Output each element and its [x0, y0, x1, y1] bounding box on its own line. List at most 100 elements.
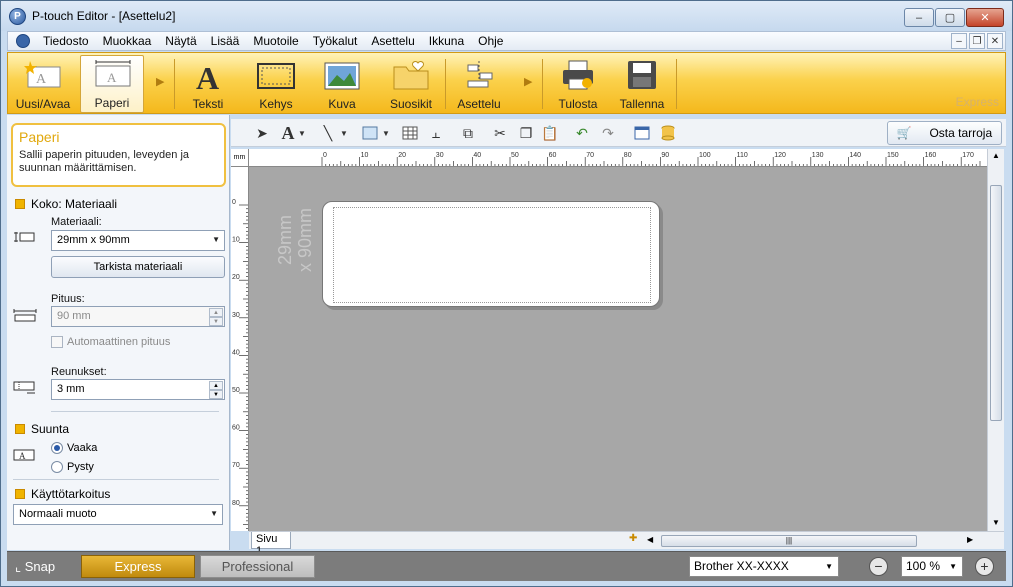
zoom-select[interactable]: 100 % ▼	[901, 556, 963, 577]
increment-icon[interactable]: ▲	[209, 381, 223, 390]
menu-asettelu[interactable]: Asettelu	[364, 34, 421, 48]
paper-button[interactable]: A Paperi	[80, 55, 144, 113]
menu-ohje[interactable]: Ohje	[471, 34, 510, 48]
ruler-unit: mm	[231, 149, 249, 167]
page-tab[interactable]: Sivu 1	[251, 532, 291, 557]
text-tool-icon[interactable]: A	[277, 122, 299, 144]
paste-icon[interactable]: 📋	[539, 122, 561, 144]
save-button[interactable]: Tallenna	[614, 55, 670, 113]
express-mode-button[interactable]: Express	[81, 555, 195, 578]
frame-icon	[257, 59, 295, 91]
image-button[interactable]: Kuva	[314, 55, 370, 113]
section-bullet-icon	[15, 199, 25, 209]
length-stepper[interactable]: 90 mm ▲ ▼	[51, 306, 225, 327]
margins-value: 3 mm	[57, 383, 85, 395]
doc-minimize-button[interactable]: –	[951, 33, 967, 49]
chevron-down-icon[interactable]: ▼	[339, 122, 349, 144]
undo-icon[interactable]: ↶	[571, 122, 593, 144]
landscape-label: Vaaka	[67, 442, 98, 454]
zoom-in-icon[interactable]: +	[975, 557, 994, 576]
text-button[interactable]: A Teksti	[180, 55, 236, 113]
usage-select[interactable]: Normaali muoto ▼	[13, 504, 223, 525]
menu-muotoile[interactable]: Muotoile	[246, 34, 305, 48]
scroll-right-icon[interactable]: ▶	[967, 535, 973, 544]
menu-muokkaa[interactable]: Muokkaa	[96, 34, 159, 48]
print-button[interactable]: Tulosta	[550, 55, 606, 113]
material-value: 29mm x 90mm	[57, 234, 130, 246]
app-icon[interactable]: P	[9, 7, 26, 25]
snap-toggle[interactable]: ⌞ Snap	[15, 559, 55, 575]
arrange-tool-icon[interactable]: ⧉	[457, 122, 479, 144]
align-tool-icon[interactable]: ⫠	[425, 122, 447, 144]
frame-button[interactable]: Kehys	[248, 55, 304, 113]
doc-restore-button[interactable]: ❐	[969, 33, 985, 49]
chevron-down-icon[interactable]: ▼	[381, 122, 391, 144]
table-tool-icon[interactable]	[399, 122, 421, 144]
zoom-out-icon[interactable]: −	[869, 557, 888, 576]
buy-labels-button[interactable]: 🛒 Osta tarroja	[887, 121, 1002, 145]
properties-window-icon[interactable]	[631, 122, 653, 144]
svg-text:A: A	[19, 451, 26, 461]
menu-nayta[interactable]: Näytä	[158, 34, 203, 48]
database-icon[interactable]	[657, 122, 679, 144]
shape-tool-icon[interactable]	[359, 122, 381, 144]
label-paper[interactable]	[322, 201, 660, 307]
menu-lisaa[interactable]: Lisää	[204, 34, 247, 48]
new-open-button[interactable]: A Uusi/Avaa	[10, 55, 76, 113]
menu-tyokalut[interactable]: Työkalut	[306, 34, 365, 48]
professional-mode-button[interactable]: Professional	[200, 555, 315, 578]
new-document-icon: A	[24, 59, 62, 91]
layout-button[interactable]: Asettelu	[451, 55, 507, 113]
length-label: Pituus:	[51, 293, 85, 305]
decrement-icon[interactable]: ▼	[209, 317, 223, 326]
cut-icon[interactable]: ✂	[489, 122, 511, 144]
panel-info-box: Paperi Sallii paperin pituuden, leveyden…	[11, 123, 226, 187]
document-menu-icon[interactable]	[16, 34, 30, 48]
increment-icon[interactable]: ▲	[209, 308, 223, 317]
redo-icon[interactable]: ↷	[597, 122, 619, 144]
scroll-thumb[interactable]	[990, 185, 1002, 421]
maximize-button[interactable]: ▢	[935, 8, 965, 27]
ribbon-expand-arrow-icon[interactable]: ▶	[524, 75, 532, 88]
svg-text:110: 110	[737, 152, 748, 159]
menu-ikkuna[interactable]: Ikkuna	[422, 34, 471, 48]
check-material-button[interactable]: Tarkista materiaali	[51, 256, 225, 278]
margins-stepper[interactable]: 3 mm ▲ ▼	[51, 379, 225, 400]
direction-section-header: Suunta	[15, 422, 69, 436]
favorites-button[interactable]: Suosikit	[384, 55, 438, 113]
close-button[interactable]: ✕	[966, 8, 1004, 27]
chevron-down-icon: ▼	[212, 235, 220, 244]
printer-select[interactable]: Brother XX-XXXX ▼	[689, 556, 839, 577]
auto-length-checkbox[interactable]: Automaattinen pituus	[51, 336, 170, 348]
svg-text:30: 30	[436, 152, 444, 159]
horizontal-scroll-thumb[interactable]: |||	[661, 535, 917, 547]
scroll-up-icon[interactable]: ▲	[992, 151, 1000, 160]
scroll-down-icon[interactable]: ▼	[992, 518, 1000, 527]
minimize-button[interactable]: –	[904, 8, 934, 27]
chevron-down-icon: ▼	[210, 509, 218, 518]
doc-close-button[interactable]: ✕	[987, 33, 1003, 49]
landscape-radio[interactable]: Vaaka	[51, 442, 97, 454]
svg-text:30: 30	[232, 312, 240, 319]
printable-area	[333, 207, 651, 303]
layout-label: Asettelu	[457, 97, 501, 111]
svg-text:100: 100	[699, 152, 711, 159]
svg-text:130: 130	[812, 152, 824, 159]
vertical-scrollbar[interactable]: ▲ ▼	[987, 149, 1004, 531]
portrait-radio[interactable]: Pysty	[51, 461, 94, 473]
chevron-down-icon[interactable]: ▼	[297, 122, 307, 144]
ribbon: A Uusi/Avaa A Paperi ▶ A Teksti Kehys Ku…	[7, 52, 1006, 114]
ribbon-expand-arrow-icon[interactable]: ▶	[156, 75, 164, 88]
menu-tiedosto[interactable]: Tiedosto	[36, 34, 96, 48]
length-icon	[13, 308, 37, 325]
text-label: Teksti	[192, 97, 224, 111]
scroll-left-icon[interactable]: ◀	[647, 535, 653, 544]
label-canvas[interactable]: 29mm x 90mm	[249, 167, 987, 531]
line-tool-icon[interactable]: ╲	[317, 122, 339, 144]
decrement-icon[interactable]: ▼	[209, 390, 223, 399]
new-page-icon[interactable]: ✚	[629, 533, 637, 544]
ribbon-separator	[542, 59, 543, 109]
copy-icon[interactable]: ❐	[515, 122, 537, 144]
material-select[interactable]: 29mm x 90mm ▼	[51, 230, 225, 251]
pointer-tool-icon[interactable]: ➤	[251, 122, 273, 144]
